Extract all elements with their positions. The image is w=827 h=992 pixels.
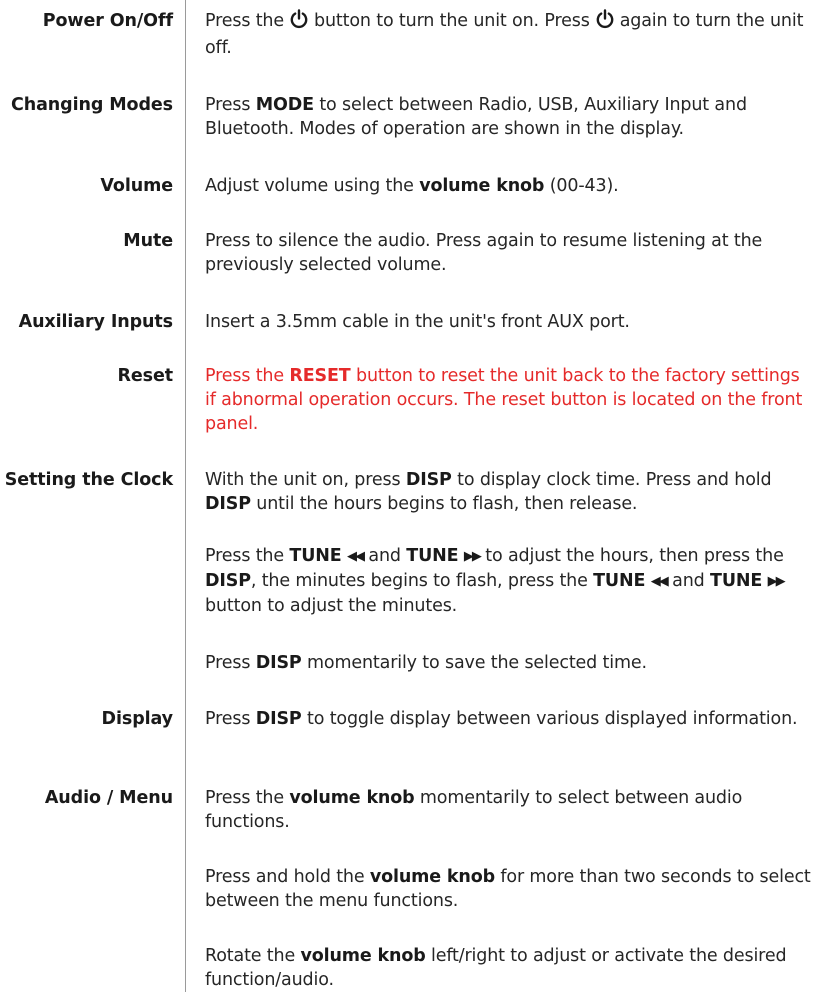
- text-clock-3: Press DISP momentarily to save the selec…: [205, 653, 647, 673]
- text-power-2: button to turn the unit on. Press: [314, 11, 590, 31]
- label-reset: Reset: [117, 366, 174, 386]
- text-mute: Press to silence the audio. Press again …: [205, 231, 763, 275]
- text-power-1: Press the: [205, 11, 284, 31]
- text-audio-2: Press and hold the volume knob for more …: [205, 867, 811, 911]
- label-display: Display: [101, 709, 174, 729]
- label-mute: Mute: [123, 231, 173, 251]
- label-modes: Changing Modes: [10, 95, 173, 115]
- power-icon: [289, 9, 309, 36]
- power-icon: [595, 9, 615, 36]
- label-aux: Auxiliary Inputs: [18, 312, 173, 332]
- text-modes: Press MODE to select between Radio, USB,…: [205, 95, 747, 139]
- fast-forward-icon: ▶▶: [463, 549, 482, 564]
- label-power: Power On/Off: [42, 11, 173, 31]
- text-aux: Insert a 3.5mm cable in the unit's front…: [205, 312, 630, 332]
- label-clock: Setting the Clock: [4, 470, 173, 490]
- text-power: Press the button to turn the unit on. Pre…: [205, 9, 815, 60]
- rewind-icon: ◀◀: [346, 549, 365, 564]
- rewind-icon: ◀◀: [650, 574, 669, 589]
- text-clock-2: Press the TUNE ◀◀ and TUNE ▶▶ to adjust …: [205, 546, 786, 616]
- text-display: Press DISP to toggle display between var…: [205, 709, 798, 729]
- text-audio-1: Press the volume knob momentarily to sel…: [205, 788, 743, 832]
- label-volume: Volume: [100, 176, 173, 196]
- text-reset-warning: Press the RESET button to reset the unit…: [205, 366, 803, 434]
- label-audio-menu: Audio / Menu: [44, 788, 173, 808]
- text-audio-3: Rotate the volume knob left/right to adj…: [205, 946, 787, 990]
- fast-forward-icon: ▶▶: [767, 574, 786, 589]
- column-divider: [185, 0, 186, 992]
- text-clock-1: With the unit on, press DISP to display …: [205, 470, 772, 514]
- text-volume: Adjust volume using the volume knob (00-…: [205, 176, 619, 196]
